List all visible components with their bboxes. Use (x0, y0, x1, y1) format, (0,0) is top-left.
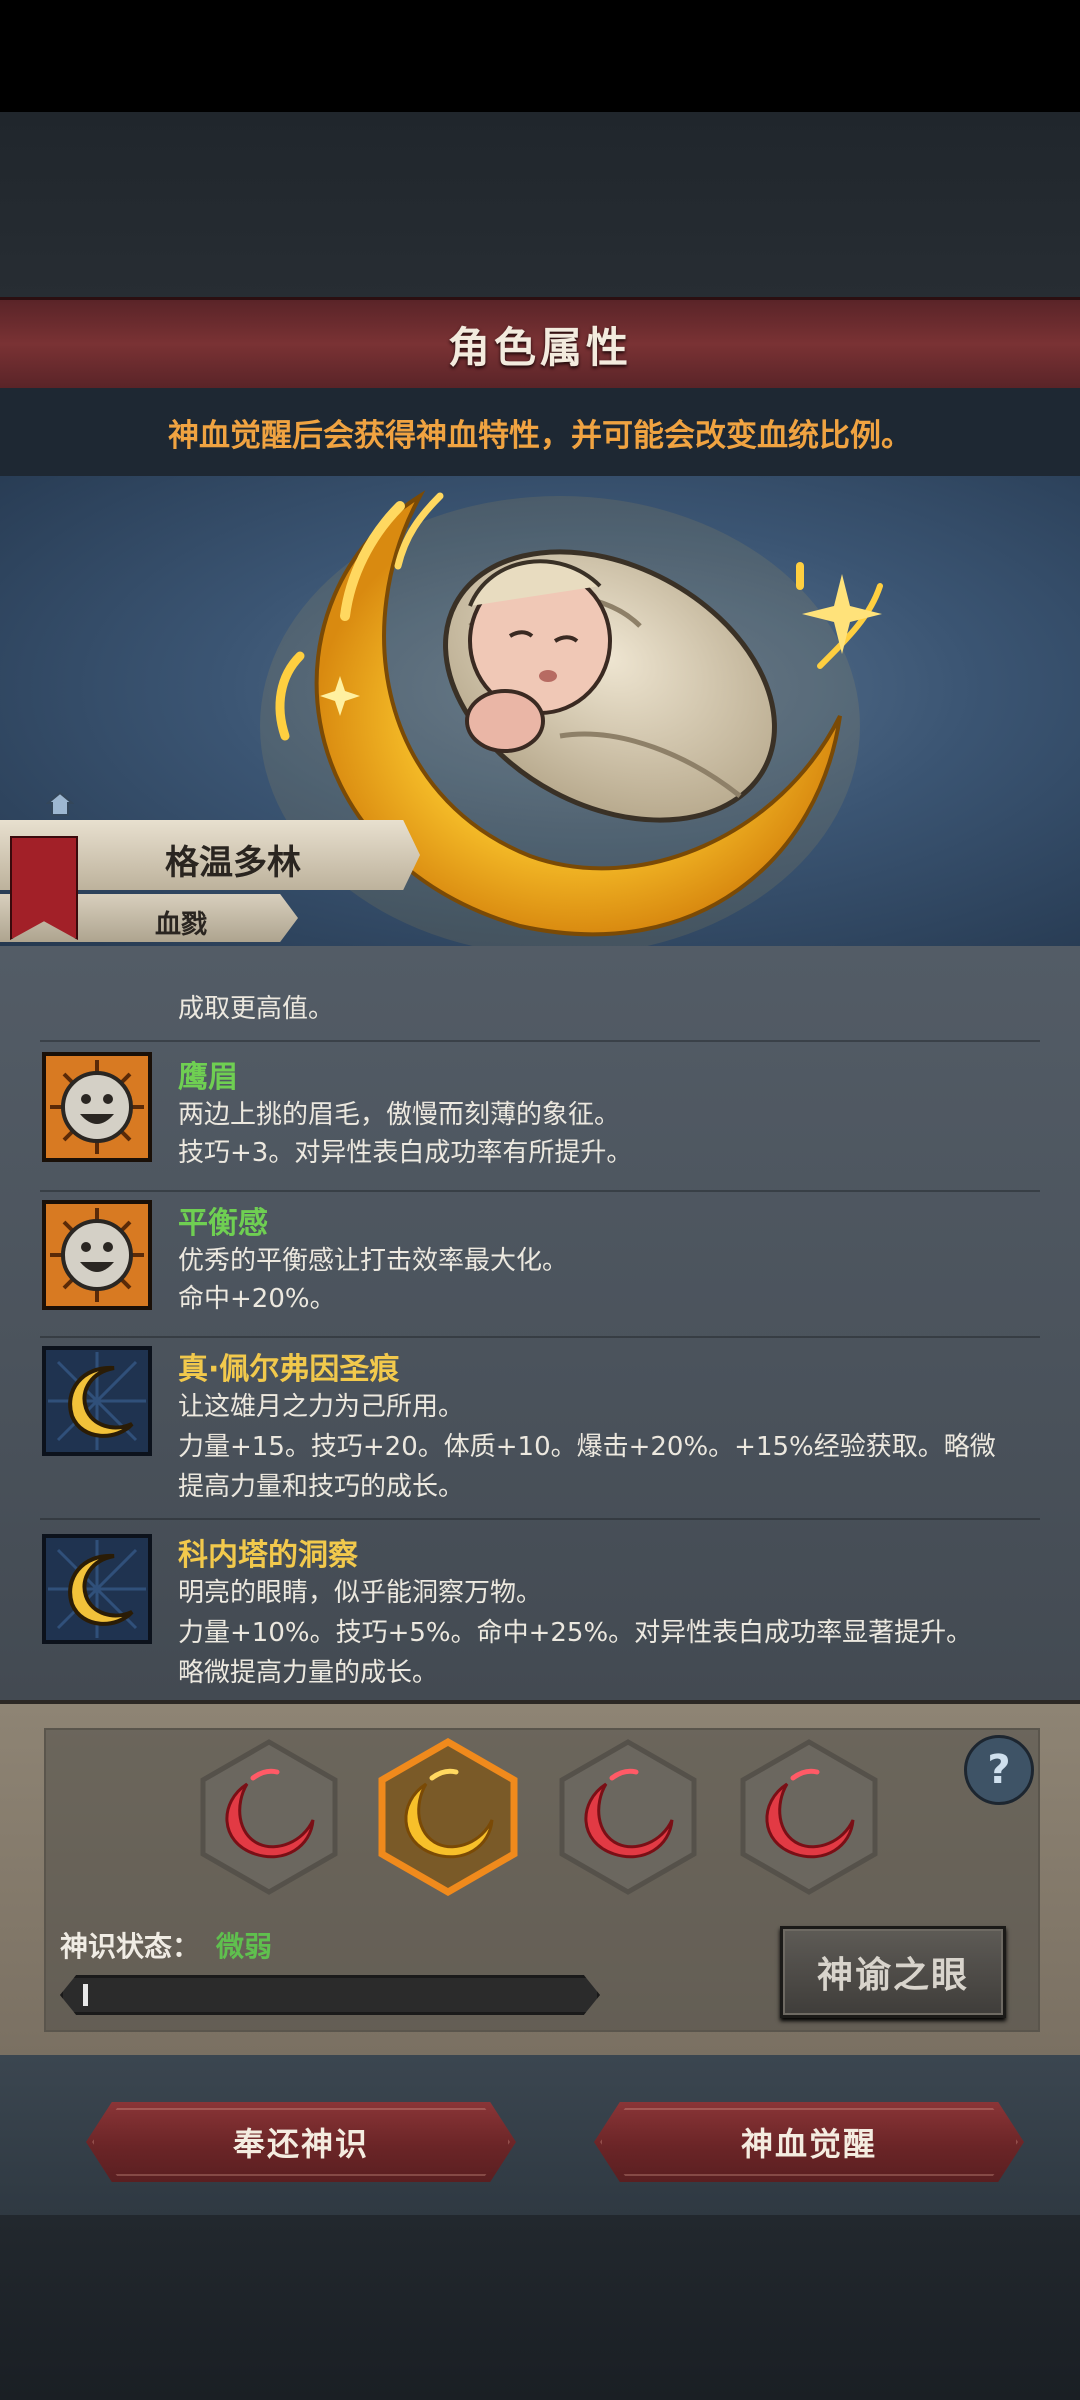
divider (40, 1336, 1040, 1338)
trait-effect: 略微提高力量的成长。 (178, 1658, 439, 1688)
crescent-moon-icon (42, 1534, 152, 1644)
divine-slot-red-2[interactable] (558, 1738, 698, 1896)
trait-description: 优秀的平衡感让打击效率最大化。 (178, 1246, 569, 1276)
trait-effect: 技巧+3。对异性表白成功率有所提升。 (178, 1138, 633, 1168)
smiley-face-icon (42, 1052, 152, 1162)
page-title: 角色属性 (447, 322, 632, 372)
lower-background (0, 2215, 1080, 2400)
notice-bar: 神血觉醒后会获得神血特性，并可能会改变血统比例。 (0, 388, 1080, 476)
trait-partial-line: 成取更高值。 (178, 994, 335, 1024)
character-name: 格温多林 (165, 843, 301, 883)
divine-blood-awaken-button[interactable]: 神血觉醒 (594, 2102, 1024, 2182)
oracle-eye-label: 神谕之眼 (816, 1955, 969, 1996)
help-button[interactable]: ? (964, 1735, 1034, 1805)
divine-blood-awaken-label: 神血觉醒 (740, 2125, 877, 2163)
help-icon: ? (987, 1747, 1011, 1793)
trait-effect: 命中+20%。 (178, 1284, 336, 1314)
divine-status-value: 微弱 (216, 1930, 273, 1963)
house-icon (46, 791, 74, 816)
header-bar: 角色属性 (0, 297, 1080, 391)
divider (40, 1518, 1040, 1520)
smiley-face-icon (42, 1200, 152, 1310)
return-divine-sense-label: 奉还神识 (232, 2125, 369, 2163)
oracle-eye-button[interactable]: 神谕之眼 (780, 1926, 1006, 2018)
divine-slot-red-1[interactable] (199, 1738, 339, 1896)
progress-fill (83, 1984, 88, 2006)
return-divine-sense-button[interactable]: 奉还神识 (86, 2102, 516, 2182)
upper-background (0, 112, 1080, 297)
trait-description: 让这雄月之力为己所用。 (178, 1392, 465, 1422)
trait-effect: 力量+15。技巧+20。体质+10。爆击+20%。+15%经验获取。略微 (178, 1432, 996, 1462)
trait-name: 鹰眉 (178, 1060, 238, 1095)
divine-status-label: 神识状态： (60, 1930, 201, 1963)
divine-progress-bar (60, 1975, 600, 2015)
top-system-bar (0, 0, 1080, 112)
character-title: 血戮 (155, 910, 208, 940)
trait-description: 两边上挑的眉毛，傲慢而刻薄的象征。 (178, 1100, 621, 1130)
divider (40, 1190, 1040, 1192)
notice-text: 神血觉醒后会获得神血特性，并可能会改变血统比例。 (168, 417, 912, 454)
trait-name: 科内塔的洞察 (178, 1538, 358, 1573)
trait-description: 明亮的眼睛，似乎能洞察万物。 (178, 1578, 543, 1608)
trait-name: 真·佩尔弗因圣痕 (178, 1352, 400, 1387)
trait-name: 平衡感 (178, 1206, 268, 1241)
divine-slot-red-3[interactable] (739, 1738, 879, 1896)
traits-list[interactable]: 成取更高值。 鹰眉 两边上挑的眉毛，傲慢而刻薄的象征。 技巧+3。对异性表白成功… (0, 946, 1080, 1700)
divider (40, 1040, 1040, 1042)
divine-slot-gold[interactable] (378, 1738, 518, 1896)
crescent-moon-icon (42, 1346, 152, 1456)
trait-effect: 提高力量和技巧的成长。 (178, 1472, 465, 1502)
trait-effect: 力量+10%。技巧+5%。命中+25%。对异性表白成功率显著提升。 (178, 1618, 973, 1648)
